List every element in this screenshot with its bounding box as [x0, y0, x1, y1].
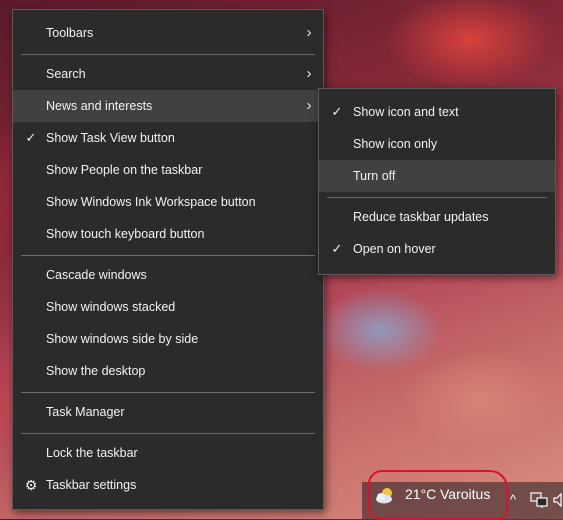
submenu-item-turn-off[interactable]: Turn off — [319, 160, 555, 192]
menu-item-cascade-windows[interactable]: Cascade windows — [13, 259, 323, 291]
gear-icon: ⚙ — [24, 477, 38, 493]
chevron-right-icon: › — [306, 65, 312, 82]
menu-item-label: Open on hover — [353, 242, 436, 256]
menu-item-label: Show the desktop — [46, 364, 146, 378]
menu-item-label: Lock the taskbar — [46, 446, 138, 460]
submenu-item-reduce-taskbar-updates[interactable]: Reduce taskbar updates — [319, 201, 555, 233]
menu-separator — [21, 54, 315, 55]
checkmark-icon: ✓ — [331, 241, 343, 256]
menu-separator — [327, 197, 547, 198]
menu-item-search[interactable]: Search › — [13, 58, 323, 90]
menu-item-label: Show touch keyboard button — [46, 227, 205, 241]
menu-item-show-windows-stacked[interactable]: Show windows stacked — [13, 291, 323, 323]
submenu-item-show-icon-and-text[interactable]: ✓ Show icon and text — [319, 96, 555, 128]
menu-item-label: Show Task View button — [46, 131, 175, 145]
menu-item-label: Cascade windows — [46, 268, 147, 282]
menu-item-label: Turn off — [353, 169, 396, 183]
menu-item-label: Task Manager — [46, 405, 125, 419]
menu-item-label: Taskbar settings — [46, 478, 137, 492]
menu-item-label: News and interests — [46, 99, 153, 113]
submenu-item-open-on-hover[interactable]: ✓ Open on hover — [319, 233, 555, 265]
menu-item-label: Show windows stacked — [46, 300, 176, 314]
menu-item-news-and-interests[interactable]: News and interests › — [13, 90, 323, 122]
menu-item-task-manager[interactable]: Task Manager — [13, 396, 323, 428]
news-and-interests-submenu: ✓ Show icon and text Show icon only Turn… — [318, 88, 556, 275]
menu-item-label: Show Windows Ink Workspace button — [46, 195, 256, 209]
checkmark-icon: ✓ — [25, 130, 37, 145]
chevron-right-icon: › — [306, 97, 312, 114]
volume-icon[interactable] — [553, 491, 563, 509]
menu-item-show-ink-workspace[interactable]: Show Windows Ink Workspace button — [13, 186, 323, 218]
news-and-interests-weather-button[interactable]: 21°C Varoitus — [368, 470, 508, 520]
menu-separator — [21, 255, 315, 256]
checkmark-icon: ✓ — [331, 104, 343, 119]
menu-item-lock-taskbar[interactable]: Lock the taskbar — [13, 437, 323, 469]
menu-item-label: Show windows side by side — [46, 332, 199, 346]
menu-item-label: Show icon and text — [353, 105, 459, 119]
weather-status: Varoitus — [440, 486, 491, 502]
menu-item-label: Toolbars — [46, 26, 94, 40]
menu-item-label: Search — [46, 67, 86, 81]
taskbar-context-menu: Toolbars › Search › News and interests ›… — [12, 9, 324, 510]
menu-item-toolbars[interactable]: Toolbars › — [13, 17, 323, 49]
menu-separator — [21, 392, 315, 393]
menu-item-show-people[interactable]: Show People on the taskbar — [13, 154, 323, 186]
partly-cloudy-icon — [376, 488, 392, 504]
menu-item-show-windows-side-by-side[interactable]: Show windows side by side — [13, 323, 323, 355]
menu-item-label: Reduce taskbar updates — [353, 210, 489, 224]
weather-temperature: 21°C — [405, 486, 437, 502]
menu-item-label: Show People on the taskbar — [46, 163, 203, 177]
menu-item-show-touch-keyboard[interactable]: Show touch keyboard button — [13, 218, 323, 250]
menu-item-label: Show icon only — [353, 137, 438, 151]
menu-separator — [21, 433, 315, 434]
menu-item-show-task-view[interactable]: ✓ Show Task View button — [13, 122, 323, 154]
chevron-up-icon[interactable]: ^ — [510, 492, 516, 507]
submenu-item-show-icon-only[interactable]: Show icon only — [319, 128, 555, 160]
network-icon[interactable] — [530, 491, 548, 509]
chevron-right-icon: › — [306, 24, 312, 41]
menu-item-show-desktop[interactable]: Show the desktop — [13, 355, 323, 387]
menu-item-taskbar-settings[interactable]: ⚙ Taskbar settings — [13, 469, 323, 501]
